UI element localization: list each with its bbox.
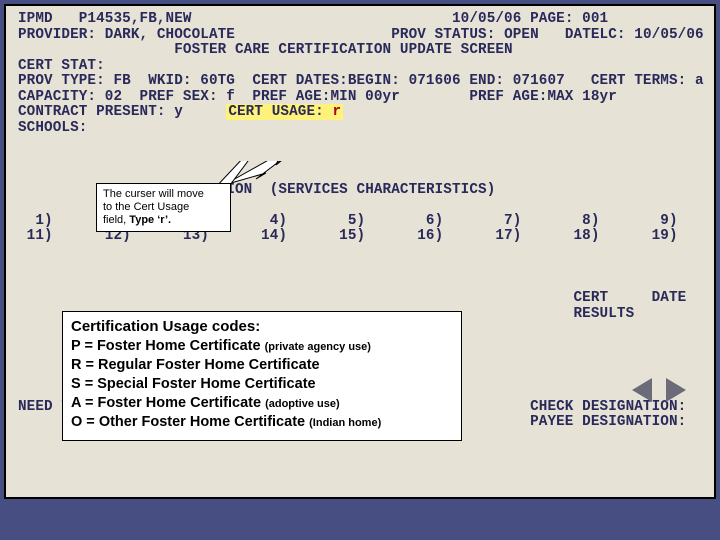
- terminal-frame: IPMD P14535,FB,NEW 10/05/06 PAGE: 001 PR…: [4, 4, 716, 499]
- hdr-datelc: DATELC: 10/05/06: [565, 27, 704, 43]
- code-row-o: O = Other Foster Home Certificate (India…: [71, 413, 453, 432]
- code-row-a: A = Foster Home Certificate (adoptive us…: [71, 394, 453, 413]
- hdr-date-page: 10/05/06 PAGE: 001: [452, 11, 608, 27]
- contract-present: CONTRACT PRESENT: y: [18, 104, 183, 120]
- code-row-r: R = Regular Foster Home Certificate: [71, 356, 453, 375]
- cert-stat-row: CERT STAT:: [18, 59, 714, 75]
- hdr-provider: PROVIDER: DARK, CHOCOLATE: [18, 27, 235, 43]
- col-results: RESULTS: [574, 306, 635, 322]
- schools-row: SCHOOLS:: [18, 121, 714, 137]
- number-row-1: 1) 2) 3) 4) 5) 6) 7) 8) 9) 10): [18, 214, 714, 230]
- prev-slide-button[interactable]: [632, 378, 652, 402]
- usage-codes-box: Certification Usage codes: P = Foster Ho…: [62, 311, 462, 441]
- code-row-s: S = Special Foster Home Certificate: [71, 375, 453, 394]
- slide-nav: [632, 378, 686, 402]
- payee-designation: PAYEE DESIGNATION:: [530, 414, 686, 430]
- col-cert: CERT: [574, 290, 609, 306]
- hdr-cmd: IPMD P14535,FB,NEW: [18, 11, 192, 27]
- codes-title: Certification Usage codes:: [71, 318, 453, 335]
- slide-root: IPMD P14535,FB,NEW 10/05/06 PAGE: 001 PR…: [0, 0, 720, 540]
- cert-usage-field[interactable]: CERT USAGE: r: [226, 104, 343, 120]
- prov-type-row: PROV TYPE: FB WKID: 60TG CERT DATES:BEGI…: [18, 74, 714, 90]
- specialization-header: SPECIALIZATION (SERVICES CHARACTERISTICS…: [131, 182, 496, 198]
- screen-title: FOSTER CARE CERTIFICATION UPDATE SCREEN: [174, 42, 513, 58]
- code-row-p: P = Foster Home Certificate (private age…: [71, 337, 453, 356]
- number-row-2: 11) 12) 13) 14) 15) 16) 17) 18) 19) 20): [18, 229, 714, 245]
- col-date: DATE: [652, 290, 687, 306]
- capacity-row: CAPACITY: 02 PREF SEX: f PREF AGE:MIN 00…: [18, 90, 714, 106]
- hdr-status: PROV STATUS: OPEN: [391, 27, 539, 43]
- next-slide-button[interactable]: [666, 378, 686, 402]
